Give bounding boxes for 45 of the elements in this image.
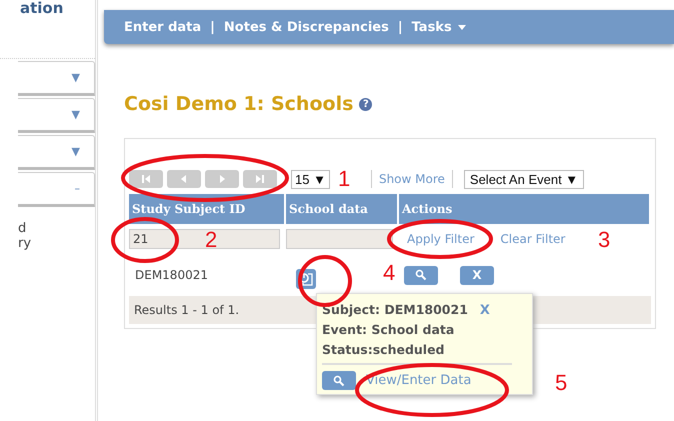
nav-link[interactable]: Enter data [124,20,202,34]
sidebar-link[interactable]: d [18,221,95,236]
help-icon[interactable]: ? [359,98,372,110]
annotation-number: 2 [205,229,218,251]
first-page-icon [140,174,152,184]
brand-text: ation [20,0,64,19]
column-header[interactable]: School data [286,194,399,224]
popup-text: Event: School data [322,321,456,339]
nav-link[interactable]: Tasks [412,20,466,34]
last-page-icon [254,174,266,184]
page-title: Cosi Demo 1: Schools [124,93,354,115]
nav-separator: | [210,20,215,34]
annotation-ellipse [111,217,179,263]
sidebar-tab[interactable]: – [18,172,95,207]
last-page-button[interactable] [243,170,277,188]
sidebar-tab[interactable]: ▼ [18,98,95,133]
caret-icon [458,24,466,30]
magnifier-icon [333,374,345,386]
close-button[interactable]: X [480,302,490,318]
annotation-number: 5 [555,372,568,394]
clear-filter-link[interactable]: Clear Filter [500,232,566,246]
popup-text: Subject: DEM180021 [322,301,468,319]
column-header[interactable]: Actions [399,194,651,224]
view-button[interactable] [322,371,356,390]
page-size-select[interactable]: 15 ▼ [291,170,330,188]
nav-separator: | [398,20,403,34]
annotation-number: 1 [338,168,350,190]
first-page-button[interactable] [129,170,163,188]
annotation-number: 4 [383,262,396,284]
view-button[interactable] [404,266,438,284]
show-more-link[interactable]: Show More [378,172,445,186]
sidebar-tab[interactable]: ▼ [18,61,95,96]
event-select[interactable]: Select An Event ▼ [464,170,584,188]
magnifier-icon [415,269,427,281]
remove-button[interactable]: X [460,266,494,284]
filter-field[interactable] [286,229,393,249]
nav-link[interactable]: Notes & Discrepancies [224,20,389,34]
sidebar-tab[interactable]: ▼ [18,135,95,170]
table-cell: DEM180021 [135,268,208,282]
annotation-number: 3 [598,229,610,251]
next-page-button[interactable] [205,170,239,188]
view-enter-data-link[interactable]: View/Enter Data [366,373,472,388]
apply-filter-link[interactable]: Apply Filter [407,232,474,246]
popup-text: Status:scheduled [322,341,446,359]
sidebar-link[interactable]: ry [18,236,95,251]
